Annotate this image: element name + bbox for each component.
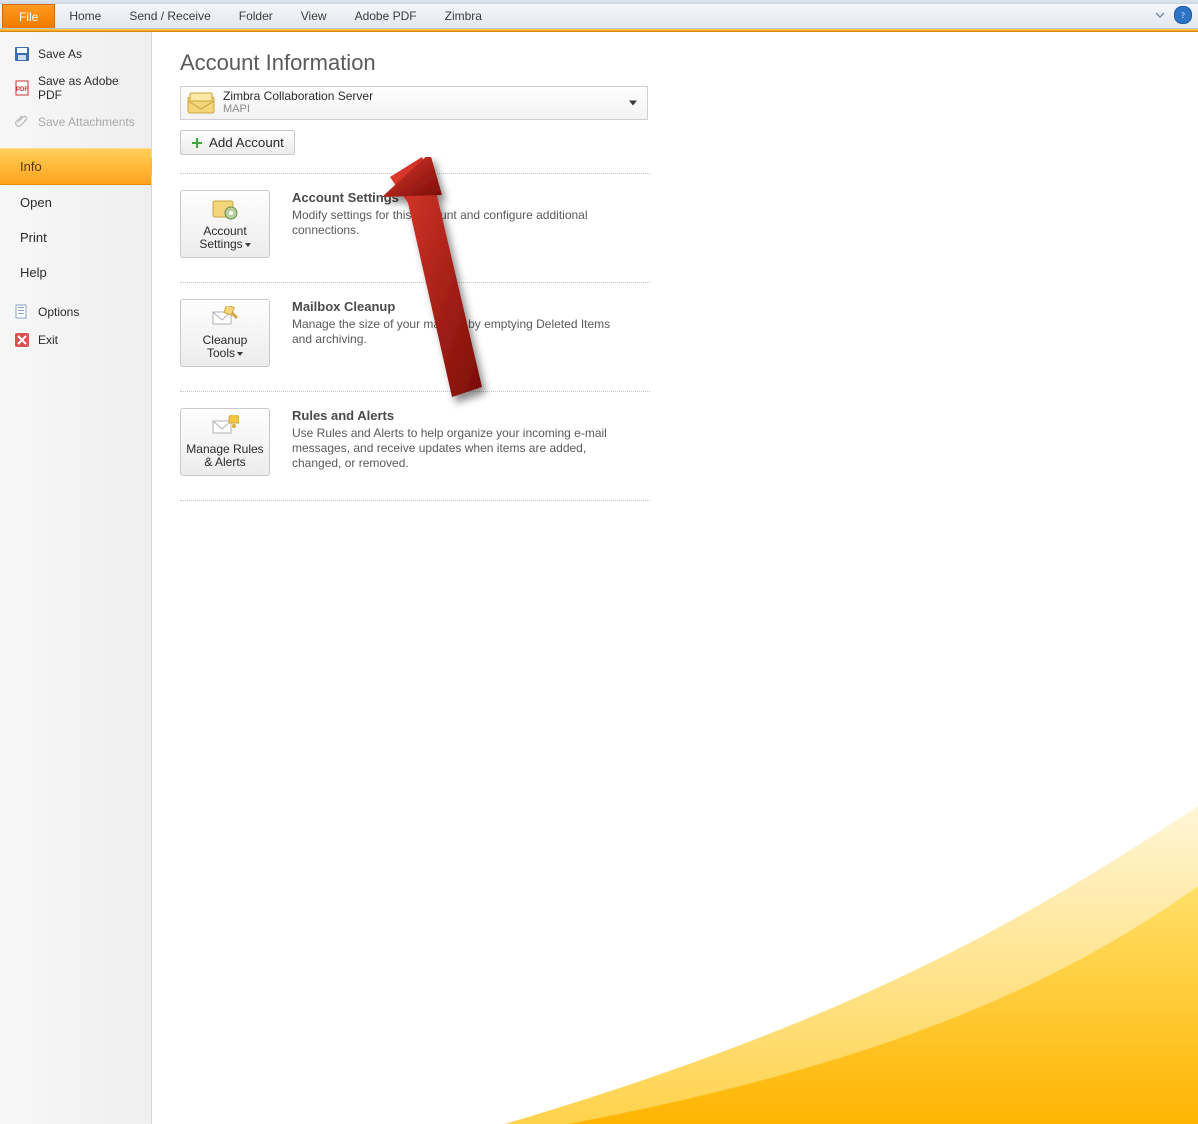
options-label: Options (38, 305, 79, 319)
plus-icon (191, 137, 203, 149)
account-dropdown[interactable]: Zimbra Collaboration Server MAPI (180, 86, 648, 120)
manage-rules-button-line2: & Alerts (204, 455, 245, 469)
content-panel: Account Information Zimbra Collaboration… (152, 32, 1198, 1124)
exit-label: Exit (38, 333, 58, 347)
cleanup-tools-button-line1: Cleanup (203, 333, 248, 347)
mailbox-icon (187, 91, 215, 115)
tab-zimbra[interactable]: Zimbra (431, 4, 496, 28)
page-title: Account Information (180, 50, 1170, 76)
options-icon (14, 304, 30, 320)
account-name: Zimbra Collaboration Server (223, 90, 373, 103)
rules-alerts-heading: Rules and Alerts (292, 408, 622, 423)
save-as-pdf-label: Save as Adobe PDF (38, 74, 137, 102)
pdf-icon: PDF (14, 80, 30, 96)
account-settings-desc: Modify settings for this account and con… (292, 208, 622, 238)
backstage-nav: Info Open Print Help (0, 144, 151, 290)
rules-alerts-desc: Use Rules and Alerts to help organize yo… (292, 426, 622, 471)
account-settings-button-line1: Account (203, 224, 246, 238)
exit-item[interactable]: Exit (0, 326, 151, 354)
nav-open[interactable]: Open (0, 185, 151, 220)
mailbox-cleanup-heading: Mailbox Cleanup (292, 299, 622, 314)
tab-adobe-pdf[interactable]: Adobe PDF (341, 4, 431, 28)
options-item[interactable]: Options (0, 298, 151, 326)
chevron-down-icon (237, 352, 243, 356)
nav-info[interactable]: Info (0, 148, 151, 185)
chevron-down-icon (629, 101, 637, 106)
manage-rules-button-line1: Manage Rules (186, 442, 263, 456)
help-icon[interactable]: ? (1174, 6, 1192, 24)
save-as-icon (14, 46, 30, 62)
section-account-settings: Account Settings Account Settings Modify… (180, 173, 650, 282)
cleanup-icon (211, 306, 239, 330)
account-settings-button[interactable]: Account Settings (180, 190, 270, 258)
mailbox-cleanup-desc: Manage the size of your mailbox by empty… (292, 317, 622, 347)
decorative-swoosh (498, 766, 1198, 1124)
save-as-item[interactable]: Save As (0, 40, 151, 68)
nav-print[interactable]: Print (0, 220, 151, 255)
tab-send-receive[interactable]: Send / Receive (115, 4, 224, 28)
save-attachments-label: Save Attachments (38, 115, 135, 129)
tab-folder[interactable]: Folder (225, 4, 287, 28)
backstage-sidebar: Save As PDF Save as Adobe PDF Save Attac… (0, 32, 152, 1124)
rules-alerts-icon (211, 415, 239, 439)
nav-help[interactable]: Help (0, 255, 151, 290)
ribbon-tabs: File Home Send / Receive Folder View Ado… (0, 4, 1198, 29)
svg-text:?: ? (1181, 11, 1185, 20)
section-mailbox-cleanup: Cleanup Tools Mailbox Cleanup Manage the… (180, 282, 650, 391)
save-as-pdf-item[interactable]: PDF Save as Adobe PDF (0, 68, 151, 108)
save-as-label: Save As (38, 47, 82, 61)
account-settings-button-line2: Settings (199, 237, 242, 251)
save-attachments-item: Save Attachments (0, 108, 151, 136)
add-account-button[interactable]: Add Account (180, 130, 295, 155)
account-type: MAPI (223, 103, 373, 116)
cleanup-tools-button-line2: Tools (207, 346, 235, 360)
ribbon-minimize-icon[interactable] (1152, 7, 1168, 23)
add-account-label: Add Account (209, 135, 284, 150)
section-rules-alerts: Manage Rules & Alerts Rules and Alerts U… (180, 391, 650, 501)
tab-file[interactable]: File (2, 4, 55, 28)
account-settings-icon (211, 197, 239, 221)
tab-home[interactable]: Home (55, 4, 115, 28)
attachment-icon (14, 114, 30, 130)
cleanup-tools-button[interactable]: Cleanup Tools (180, 299, 270, 367)
exit-icon (14, 332, 30, 348)
manage-rules-alerts-button[interactable]: Manage Rules & Alerts (180, 408, 270, 476)
account-settings-heading: Account Settings (292, 190, 622, 205)
svg-text:PDF: PDF (16, 87, 28, 93)
chevron-down-icon (245, 243, 251, 247)
tab-view[interactable]: View (287, 4, 341, 28)
